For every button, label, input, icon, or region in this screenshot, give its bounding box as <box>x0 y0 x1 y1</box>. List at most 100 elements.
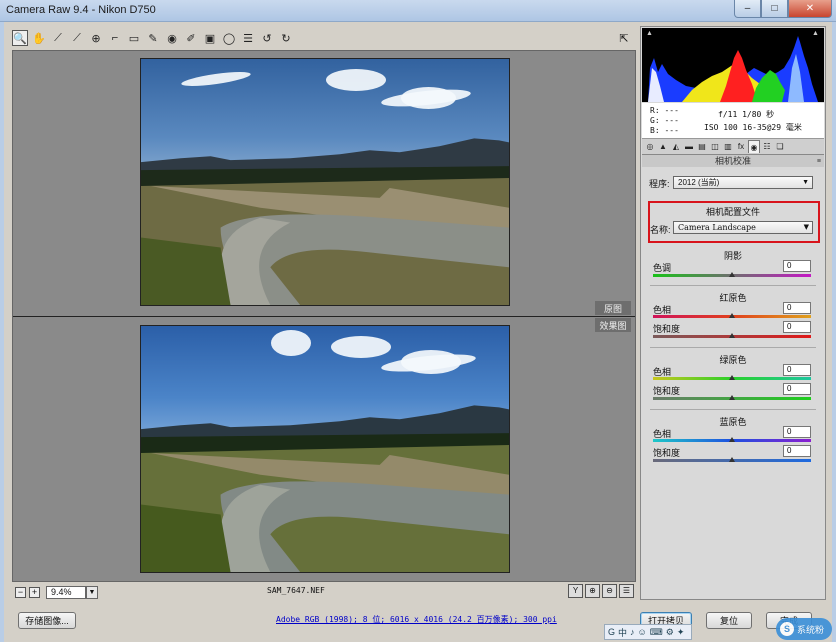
view-mode-cycle-button[interactable]: Y <box>568 584 583 598</box>
workflow-options-link[interactable]: Adobe RGB (1998); 8 位; 6016 x 4016 (24.2… <box>276 614 557 625</box>
hand-tool-icon[interactable]: ✋ <box>31 30 47 46</box>
view-mode-buttons: Y ⊕ ⊖ ☰ <box>568 584 634 598</box>
view-mode-copy-button[interactable]: ⊖ <box>602 584 617 598</box>
rotate-right-icon[interactable]: ↻ <box>278 30 294 46</box>
shadows-tint-field[interactable]: 0 <box>783 260 811 272</box>
green-saturation-thumb[interactable] <box>729 395 735 400</box>
ime-toolbar[interactable]: G 中 ♪ ☺ ⌨ ⚙ ✦ <box>604 624 692 640</box>
divider <box>650 347 816 348</box>
green-saturation-field[interactable]: 0 <box>783 383 811 395</box>
panel-tab-10-icon[interactable]: ❏ <box>774 140 786 153</box>
section-title-text: 相机校准 <box>714 156 751 166</box>
spot-removal-tool-icon[interactable]: ✎ <box>145 30 161 46</box>
ime-item-4-icon[interactable]: ⌨ <box>650 627 663 638</box>
site-watermark: S 系统粉 <box>776 618 832 640</box>
section-menu-icon[interactable]: ≡ <box>817 156 821 168</box>
zoom-dropdown-button[interactable]: ▼ <box>86 585 98 599</box>
adjustment-brush-icon[interactable]: ✐ <box>183 30 199 46</box>
panel-tab-0-icon[interactable]: ◎ <box>644 140 656 153</box>
shadows-tint-thumb[interactable] <box>729 272 735 277</box>
minimize-button[interactable]: – <box>734 0 761 18</box>
maximize-button[interactable]: □ <box>761 0 788 18</box>
radial-filter-icon[interactable]: ◯ <box>221 30 237 46</box>
red-readout: R: --- <box>650 106 679 115</box>
blue-readout: B: --- <box>650 126 679 135</box>
preferences-icon[interactable]: ☰ <box>240 30 256 46</box>
chevron-down-icon: ▼ <box>802 179 809 186</box>
camera-profile-select[interactable]: Camera Landscape ▼ <box>673 221 813 234</box>
ime-item-2-icon[interactable]: ♪ <box>630 627 635 637</box>
watermark-logo-icon: S <box>780 622 794 636</box>
window-title: Camera Raw 9.4 - Nikon D750 <box>6 4 156 16</box>
red-saturation-thumb[interactable] <box>729 333 735 338</box>
fullscreen-toggle-icon[interactable]: ⇱ <box>616 30 632 46</box>
histogram: ▲ ▲ <box>642 28 824 102</box>
save-image-button[interactable]: 存储图像... <box>18 612 76 629</box>
zoom-in-button[interactable]: + <box>29 586 40 598</box>
divider <box>650 285 816 286</box>
panel-tab-6-icon[interactable]: ▥ <box>722 140 734 153</box>
panel-tab-4-icon[interactable]: ▤ <box>696 140 708 153</box>
zoom-level-field[interactable]: 9.4% <box>46 585 86 599</box>
rgb-readout: R: --- G: --- B: --- <box>650 106 679 136</box>
window-controls: – □ ✕ <box>734 0 832 18</box>
panel-tab-3-icon[interactable]: ▬ <box>683 140 695 153</box>
graduated-filter-icon[interactable]: ▣ <box>202 30 218 46</box>
rotate-left-icon[interactable]: ↺ <box>259 30 275 46</box>
profile-name-label: 名称: <box>650 225 671 235</box>
blue-saturation-thumb[interactable] <box>729 457 735 462</box>
process-version-select[interactable]: 2012 (当前) ▼ <box>673 176 813 189</box>
ime-item-0-icon[interactable]: G <box>608 627 615 637</box>
green-readout: G: --- <box>650 116 679 125</box>
tool-bar: 🔍 ✋ ⟋ ⟋ ⊕ ⌐ ▭ ✎ ◉ ✐ ▣ ◯ ☰ ↺ ↻ <box>12 28 636 48</box>
exif-info: R: --- G: --- B: --- f/11 1/80 秒 ISO 100… <box>642 103 824 139</box>
panel-tab-8-icon[interactable]: ◉ <box>748 140 760 153</box>
green-saturation-label: 饱和度 <box>653 386 681 396</box>
red-saturation-field[interactable]: 0 <box>783 321 811 333</box>
reset-button[interactable]: 复位 <box>706 612 752 629</box>
straighten-tool-icon[interactable]: ▭ <box>126 30 142 46</box>
window-titlebar: Camera Raw 9.4 - Nikon D750 – □ ✕ <box>0 0 836 22</box>
ime-item-1-icon[interactable]: 中 <box>618 626 627 639</box>
aperture-shutter: f/11 1/80 秒 <box>718 110 775 119</box>
after-image <box>140 325 510 573</box>
red-eye-tool-icon[interactable]: ◉ <box>164 30 180 46</box>
red-hue-thumb[interactable] <box>729 313 735 318</box>
zoom-tool-icon[interactable]: 🔍 <box>12 30 28 46</box>
color-sampler-tool-icon[interactable]: ⟋ <box>69 30 85 46</box>
split-divider[interactable] <box>13 316 635 317</box>
ime-item-5-icon[interactable]: ⚙ <box>666 627 674 638</box>
blue-saturation-field[interactable]: 0 <box>783 445 811 457</box>
camera-profile-value: Camera Landscape <box>678 223 756 232</box>
targeted-adjustment-tool-icon[interactable]: ⊕ <box>88 30 104 46</box>
ime-item-3-icon[interactable]: ☺ <box>638 627 647 637</box>
panel-tab-2-icon[interactable]: ◭ <box>670 140 682 153</box>
section-title: 相机校准 ≡ <box>642 155 824 167</box>
close-button[interactable]: ✕ <box>788 0 832 18</box>
blue-hue-field[interactable]: 0 <box>783 426 811 438</box>
before-image <box>140 58 510 306</box>
zoom-out-button[interactable]: − <box>15 586 26 598</box>
process-label: 程序: <box>649 179 670 189</box>
before-label: 原图 <box>595 301 631 315</box>
view-mode-settings-button[interactable]: ☰ <box>619 584 634 598</box>
panel-tab-1-icon[interactable]: ▲ <box>657 140 669 153</box>
panel-tab-7-icon[interactable]: fx <box>735 140 747 153</box>
red-saturation-label: 饱和度 <box>653 324 681 334</box>
watermark-text: 系统粉 <box>797 624 825 635</box>
panel-tabs: ◎ ▲ ◭ ▬ ▤ ◫ ▥ fx ◉ ☷ ❏ <box>642 139 824 155</box>
green-hue-field[interactable]: 0 <box>783 364 811 376</box>
camera-profile-title: 相机配置文件 <box>705 207 760 217</box>
shadows-tint-label: 色调 <box>653 263 672 273</box>
panel-tab-5-icon[interactable]: ◫ <box>709 140 721 153</box>
view-mode-swap-button[interactable]: ⊕ <box>585 584 600 598</box>
ime-item-6-icon[interactable]: ✦ <box>677 627 685 638</box>
image-preview[interactable]: 原图 效果图 <box>12 50 636 582</box>
blue-hue-thumb[interactable] <box>729 437 735 442</box>
iso-lens: ISO 100 16-35@29 毫米 <box>704 123 802 132</box>
panel-tab-9-icon[interactable]: ☷ <box>761 140 773 153</box>
red-hue-field[interactable]: 0 <box>783 302 811 314</box>
white-balance-tool-icon[interactable]: ⟋ <box>50 30 66 46</box>
green-hue-thumb[interactable] <box>729 375 735 380</box>
crop-tool-icon[interactable]: ⌐ <box>107 30 123 46</box>
